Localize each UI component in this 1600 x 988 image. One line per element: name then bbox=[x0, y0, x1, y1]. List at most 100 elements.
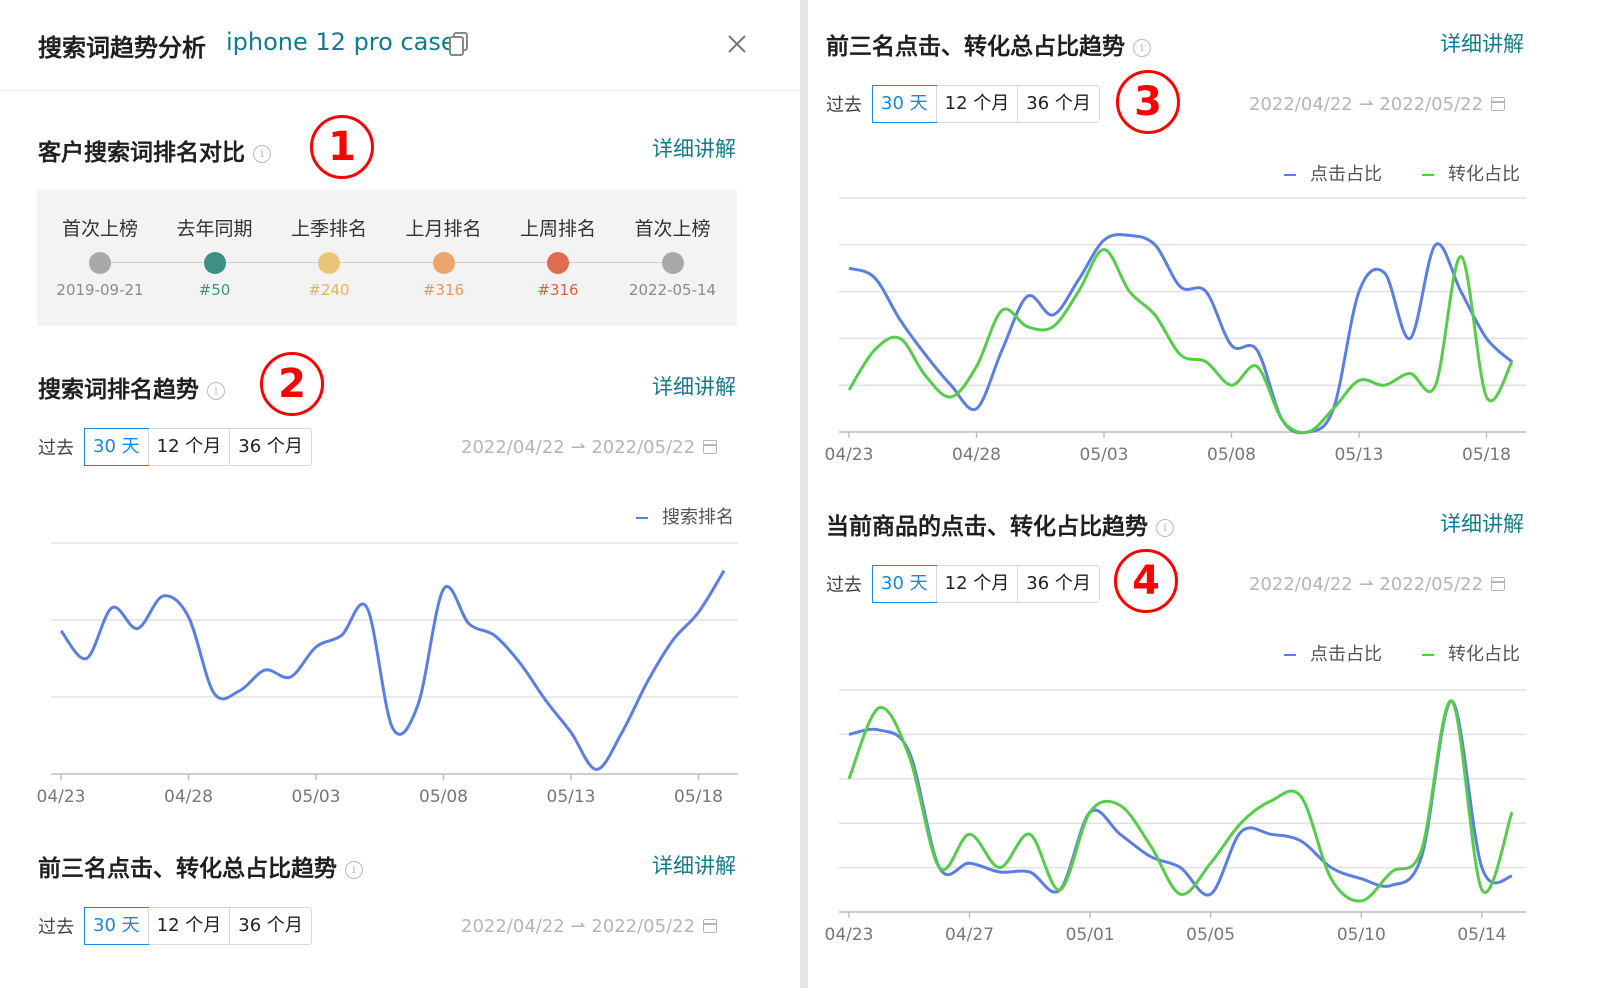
timeline-dot[interactable] bbox=[547, 252, 569, 274]
x-tick-label: 04/23 bbox=[825, 925, 874, 945]
legend-swatch bbox=[1284, 174, 1296, 176]
x-tick-label: 05/13 bbox=[1335, 445, 1384, 465]
range-option-button[interactable]: 36 个月 bbox=[1017, 566, 1099, 602]
x-tick-label: 05/03 bbox=[292, 787, 341, 807]
timeline-value: 2022-05-14 bbox=[628, 281, 717, 299]
date-to: 2022/05/22 bbox=[1379, 574, 1484, 595]
timeline-dot[interactable] bbox=[661, 252, 684, 274]
range-option-button[interactable]: 12 个月 bbox=[147, 429, 230, 465]
left-drawer-panel: 搜索词趋势分析 iphone 12 pro case 客户搜索词排名对比 i 1… bbox=[0, 0, 800, 988]
info-icon[interactable]: i bbox=[253, 144, 272, 163]
range-option-button[interactable]: 12 个月 bbox=[935, 566, 1018, 602]
timeline-value: #50 bbox=[198, 281, 231, 299]
item-share-chart[interactable]: 04/2304/2705/0105/0505/1005/1405/18 bbox=[818, 670, 1538, 950]
date-range-picker[interactable]: 2022/04/22 ⇀ 2022/05/22 bbox=[1249, 574, 1506, 595]
timeline-dot[interactable] bbox=[89, 252, 111, 274]
range-past-label: 过去 bbox=[826, 575, 862, 596]
range-option-button[interactable]: 36 个月 bbox=[229, 429, 311, 465]
section-title-rank-compare: 客户搜索词排名对比 i bbox=[38, 133, 272, 167]
range-button-group: 30 天 12 个月 36 个月 bbox=[84, 428, 312, 466]
x-tick-label: 05/14 bbox=[1457, 925, 1506, 945]
chart-legend[interactable]: 搜索排名 bbox=[636, 503, 734, 529]
info-icon[interactable]: i bbox=[1156, 518, 1175, 537]
range-option-button[interactable]: 30 天 bbox=[872, 85, 937, 123]
detail-link[interactable]: 详细讲解 bbox=[1388, 508, 1524, 538]
date-range-picker[interactable]: 2022/04/22 ⇀ 2022/05/22 bbox=[461, 916, 718, 937]
top3-share-chart[interactable]: 04/23 04/28 05/03 05/08 05/13 05/18 bbox=[818, 190, 1538, 470]
info-icon[interactable]: i bbox=[1133, 38, 1152, 57]
series-line-1[interactable] bbox=[847, 248, 1514, 435]
range-selector: 过去 30 天 12 个月 36 个月 2022/04/22 ⇀ 2022/05/22 bbox=[38, 428, 718, 466]
legend-swatch bbox=[1284, 654, 1296, 656]
range-option-button[interactable]: 30 天 bbox=[84, 907, 149, 945]
detail-link[interactable]: 详细讲解 bbox=[1388, 28, 1524, 58]
range-option-button[interactable]: 36 个月 bbox=[229, 908, 311, 944]
section-title-top3-share: 前三名点击、转化总占比趋势 i bbox=[826, 27, 1152, 61]
series-line-1[interactable] bbox=[847, 699, 1514, 903]
range-option-button[interactable]: 12 个月 bbox=[935, 86, 1018, 122]
calendar-icon[interactable] bbox=[1491, 577, 1506, 591]
range-option-button[interactable]: 30 天 bbox=[84, 428, 149, 466]
range-option-button[interactable]: 30 天 bbox=[872, 565, 937, 603]
date-range-picker[interactable]: 2022/04/22 ⇀ 2022/05/22 bbox=[461, 437, 718, 458]
series-line-0[interactable] bbox=[59, 569, 726, 771]
x-tick-label: 04/23 bbox=[825, 445, 874, 465]
calendar-icon[interactable] bbox=[703, 440, 718, 454]
section-title-item-share: 当前商品的点击、转化占比趋势 i bbox=[826, 507, 1175, 541]
range-option-button[interactable]: 36 个月 bbox=[1017, 86, 1099, 122]
drawer-title: 搜索词趋势分析 bbox=[38, 34, 206, 62]
chart-legend[interactable]: 转化占比 bbox=[1422, 640, 1520, 666]
right-drawer-panel: 前三名点击、转化总占比趋势 i 详细讲解 过去 30 天 12 个月 36 个月 202… bbox=[808, 0, 1600, 988]
timeline-dot[interactable] bbox=[432, 252, 455, 274]
close-icon[interactable] bbox=[726, 33, 748, 55]
calendar-icon[interactable] bbox=[703, 919, 718, 933]
x-tick-label: 05/10 bbox=[1337, 925, 1386, 945]
range-arrow: ⇀ bbox=[570, 916, 586, 937]
timeline-value: #240 bbox=[308, 281, 350, 299]
header-divider bbox=[0, 90, 800, 91]
legend-swatch bbox=[1422, 654, 1434, 656]
calendar-icon[interactable] bbox=[1491, 97, 1506, 111]
annotation-marker-4: 4 bbox=[1114, 549, 1178, 613]
x-tick-label: 04/23 bbox=[37, 787, 86, 807]
timeline-label: 上月排名 bbox=[405, 218, 482, 240]
detail-link[interactable]: 详细讲解 bbox=[600, 133, 736, 163]
x-tick-label: 05/03 bbox=[1080, 445, 1129, 465]
timeline-label: 上周排名 bbox=[519, 218, 596, 240]
range-selector: 过去 30 天 12 个月 36 个月 2022/04/22 ⇀ 2022/05/22 bbox=[826, 565, 1506, 603]
timeline-value: 2019-09-21 bbox=[56, 281, 144, 299]
timeline-dot[interactable] bbox=[203, 252, 226, 274]
copy-icon[interactable] bbox=[448, 31, 470, 57]
range-past-label: 过去 bbox=[38, 917, 74, 938]
info-icon[interactable]: i bbox=[207, 381, 226, 400]
range-past-label: 过去 bbox=[38, 438, 74, 459]
range-selector: 过去 30 天 12 个月 36 个月 2022/04/22 ⇀ 2022/05/22 bbox=[826, 85, 1506, 123]
annotation-marker-1: 1 bbox=[310, 115, 374, 179]
x-tick-label: 05/08 bbox=[1207, 445, 1256, 465]
range-arrow: ⇀ bbox=[1358, 574, 1374, 595]
range-arrow: ⇀ bbox=[570, 437, 586, 458]
series-line-0[interactable] bbox=[848, 233, 1514, 435]
x-tick-label: 05/18 bbox=[1462, 445, 1511, 465]
info-icon[interactable]: i bbox=[345, 860, 364, 879]
range-button-group: 30 天 12 个月 36 个月 bbox=[872, 565, 1100, 603]
x-tick-label: 05/05 bbox=[1186, 925, 1235, 945]
date-range-picker[interactable]: 2022/04/22 ⇀ 2022/05/22 bbox=[1249, 94, 1506, 115]
timeline-value: #316 bbox=[422, 281, 465, 299]
detail-link[interactable]: 详细讲解 bbox=[600, 371, 736, 401]
detail-link[interactable]: 详细讲解 bbox=[600, 850, 736, 880]
timeline-dot[interactable] bbox=[318, 252, 340, 274]
section-title-rank-trend: 搜索词排名趋势 i bbox=[38, 370, 226, 404]
annotation-marker-3: 3 bbox=[1116, 70, 1180, 134]
chart-legend[interactable]: 点击占比 bbox=[1284, 160, 1382, 186]
rank-trend-chart[interactable]: 04/23 04/28 05/03 05/08 05/13 05/18 bbox=[30, 530, 750, 810]
date-from: 2022/04/22 bbox=[1249, 94, 1353, 115]
chart-legend[interactable]: 转化占比 bbox=[1422, 160, 1520, 186]
section-title-top3-share: 前三名点击、转化总占比趋势 i bbox=[38, 849, 364, 883]
range-option-button[interactable]: 12 个月 bbox=[147, 908, 230, 944]
search-query-link[interactable]: iphone 12 pro case bbox=[226, 28, 456, 56]
x-tick-label: 05/18 bbox=[674, 787, 723, 807]
range-past-label: 过去 bbox=[826, 95, 862, 116]
date-from: 2022/04/22 bbox=[461, 437, 565, 458]
chart-legend[interactable]: 点击占比 bbox=[1284, 640, 1382, 666]
